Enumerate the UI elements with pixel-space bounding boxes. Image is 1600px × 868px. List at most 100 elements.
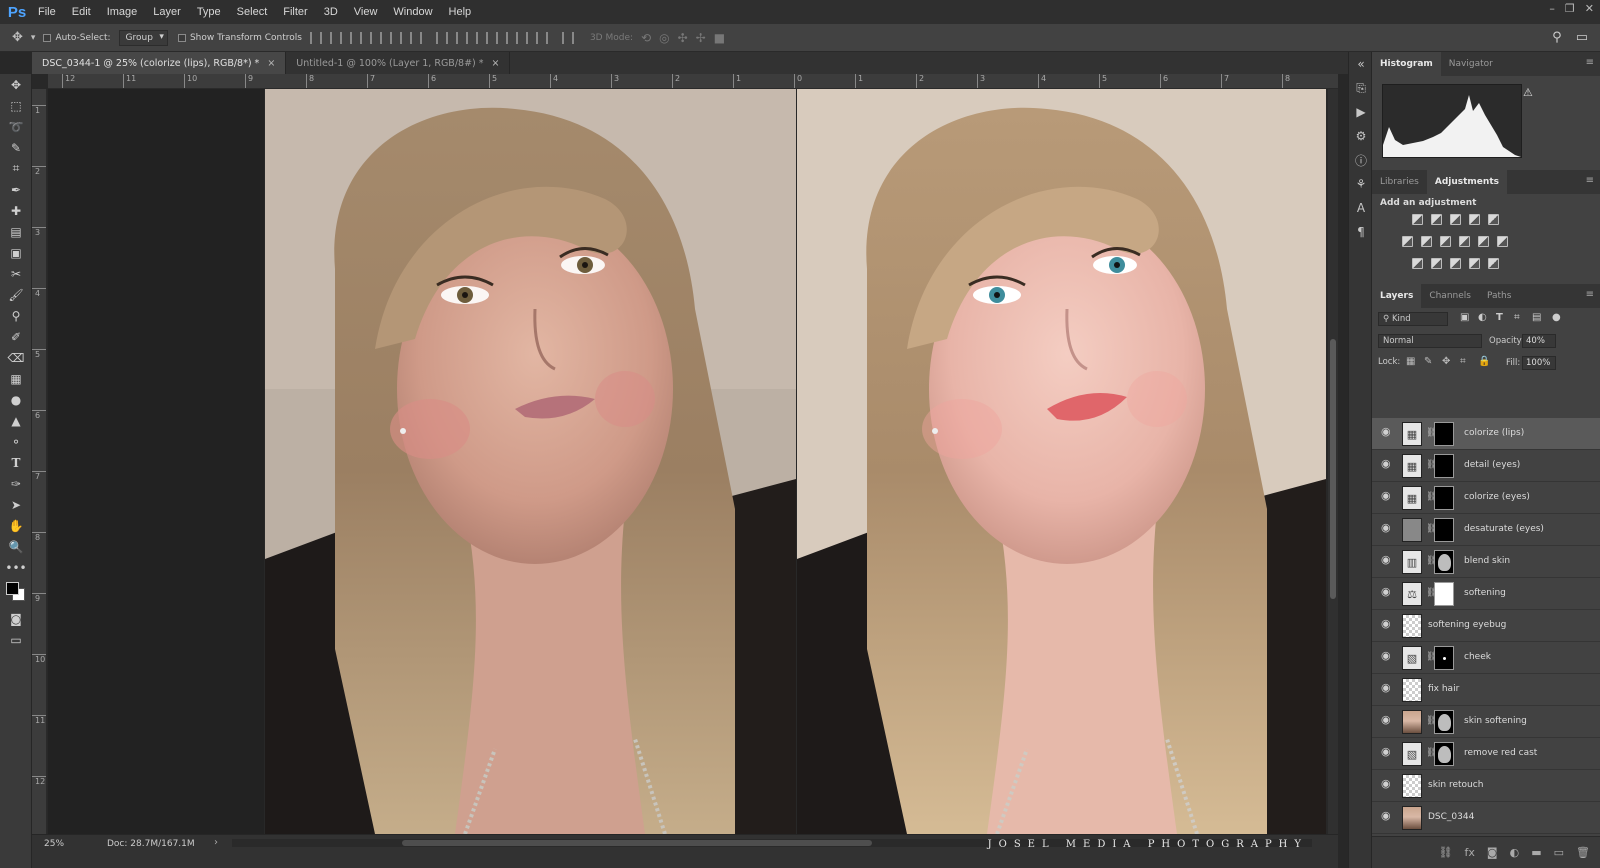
path-select-icon[interactable]: ➤ <box>0 494 32 515</box>
layer-row[interactable]: ◉ ⛓ desaturate (eyes) <box>1372 514 1600 546</box>
shape-filter-icon[interactable]: ⌗ <box>1514 312 1520 323</box>
layer-row[interactable]: ◉ skin retouch <box>1372 770 1600 802</box>
distribute-bottom-icon[interactable] <box>475 31 488 44</box>
brush-tool-icon[interactable]: 🖌 <box>0 284 32 305</box>
warning-icon[interactable]: ⚠ <box>1523 86 1533 99</box>
menu-window[interactable]: Window <box>385 6 440 18</box>
quick-select-tool-icon[interactable]: ✎ <box>0 137 32 158</box>
layer-mask-thumbnail[interactable] <box>1434 454 1454 478</box>
lock-all-icon[interactable]: 🔒 <box>1478 356 1490 367</box>
adjustment-layer-icon[interactable]: ▦ <box>1402 454 1422 478</box>
search-icon[interactable]: ⚲ <box>1552 30 1562 45</box>
blur-tool-icon[interactable]: ● <box>0 389 32 410</box>
threshold-icon[interactable] <box>1450 258 1461 269</box>
layer-row[interactable]: ◉ ▦ ⛓ detail (eyes) <box>1372 450 1600 482</box>
layer-mask-thumbnail[interactable] <box>1434 742 1454 766</box>
layer-mask-thumbnail[interactable] <box>1434 422 1454 446</box>
layer-thumbnail[interactable] <box>1402 774 1422 798</box>
lock-transparent-icon[interactable]: ▦ <box>1406 356 1415 367</box>
layer-thumbnail[interactable] <box>1402 806 1422 830</box>
history-icon[interactable]: ⎘ <box>1349 76 1373 100</box>
align-top-icon[interactable] <box>309 31 322 44</box>
distribute-center-icon[interactable] <box>515 31 528 44</box>
restore-icon[interactable]: ❐ <box>1565 2 1575 15</box>
tab-navigator[interactable]: Navigator <box>1441 52 1501 76</box>
pixel-filter-icon[interactable]: ▣ <box>1460 312 1469 323</box>
align-left-icon[interactable] <box>369 31 382 44</box>
eye-icon[interactable]: ◉ <box>1381 554 1393 566</box>
close-tab-icon[interactable]: × <box>492 58 500 69</box>
transform-controls-checkbox[interactable]: Show Transform Controls <box>177 33 302 43</box>
layer-kind-filter[interactable]: ⚲ Kind <box>1378 312 1448 326</box>
eye-icon[interactable]: ◉ <box>1381 522 1393 534</box>
eye-icon[interactable]: ◉ <box>1381 778 1393 790</box>
layer-mask-thumbnail[interactable] <box>1434 582 1454 606</box>
color-lookup-icon[interactable] <box>1497 236 1508 247</box>
3d-rotate-icon[interactable]: ⟲ <box>641 31 651 45</box>
document-tab[interactable]: Untitled-1 @ 100% (Layer 1, RGB/8#) * × <box>286 52 511 74</box>
layer-thumbnail[interactable] <box>1402 518 1422 542</box>
frame-tool-icon[interactable]: ▣ <box>0 242 32 263</box>
chevron-down-icon[interactable]: ▾ <box>31 33 36 43</box>
distribute-middle-icon[interactable] <box>455 31 468 44</box>
tab-layers[interactable]: Layers <box>1372 284 1422 308</box>
layer-row[interactable]: ◉ ⚖ ⛓ softening <box>1372 578 1600 610</box>
filter-toggle-icon[interactable]: ● <box>1552 312 1561 323</box>
photo-after-retouch[interactable] <box>797 89 1326 834</box>
menu-type[interactable]: Type <box>189 6 229 18</box>
type-filter-icon[interactable]: T <box>1496 312 1503 323</box>
character-icon[interactable]: A <box>1349 196 1373 220</box>
tab-channels[interactable]: Channels <box>1421 284 1479 308</box>
layer-thumbnail[interactable] <box>1402 614 1422 638</box>
3d-scale-icon[interactable]: ■ <box>714 31 725 45</box>
adjustment-layer-icon[interactable]: ▦ <box>1402 486 1422 510</box>
layer-row[interactable]: ◉ ▦ ⛓ colorize (eyes) <box>1372 482 1600 514</box>
black-white-icon[interactable] <box>1440 236 1451 247</box>
quick-mask-icon[interactable]: ◙ <box>0 608 32 629</box>
exposure-icon[interactable] <box>1469 214 1480 225</box>
eye-icon[interactable]: ◉ <box>1381 714 1393 726</box>
crop-tool-icon[interactable]: ⌗ <box>0 158 32 179</box>
actions-play-icon[interactable]: ▶ <box>1349 100 1373 124</box>
info-icon[interactable]: ⓘ <box>1349 148 1373 172</box>
lasso-tool-icon[interactable]: ➰ <box>0 116 32 137</box>
layer-thumbnail[interactable] <box>1402 678 1422 702</box>
layer-row[interactable]: ◉ fix hair <box>1372 674 1600 706</box>
levels-icon[interactable] <box>1431 214 1442 225</box>
eye-icon[interactable]: ◉ <box>1381 426 1393 438</box>
layer-row[interactable]: ◉ softening eyebug <box>1372 610 1600 642</box>
layer-thumbnail[interactable] <box>1402 710 1422 734</box>
lock-artboard-icon[interactable]: ⌗ <box>1460 356 1466 367</box>
lock-position-icon[interactable]: ✥ <box>1442 356 1450 367</box>
layer-row[interactable]: ◉ ▧ ⛓ cheek <box>1372 642 1600 674</box>
tab-paths[interactable]: Paths <box>1479 284 1519 308</box>
paragraph-icon[interactable]: ¶ <box>1349 220 1373 244</box>
blend-mode-select[interactable]: Normal <box>1378 334 1482 348</box>
adjustment-layer-icon[interactable]: ▥ <box>1402 550 1422 574</box>
healing-brush-icon[interactable]: ✚ <box>0 200 32 221</box>
3d-pan-icon[interactable]: ✣ <box>678 31 688 45</box>
panel-menu-icon[interactable]: ≡ <box>1586 175 1594 186</box>
hand-tool-icon[interactable]: ✋ <box>0 515 32 536</box>
menu-image[interactable]: Image <box>99 6 146 18</box>
auto-align-icon[interactable] <box>561 31 574 44</box>
layer-row[interactable]: ◉ ▧ ⛓ remove red cast <box>1372 738 1600 770</box>
eraser-tool-icon[interactable]: ⌫ <box>0 347 32 368</box>
eye-icon[interactable]: ◉ <box>1381 682 1393 694</box>
menu-3d[interactable]: 3D <box>316 6 346 18</box>
color-swatches[interactable] <box>0 578 32 608</box>
smart-object-filter-icon[interactable]: ▤ <box>1532 312 1541 323</box>
trash-icon[interactable]: 🗑 <box>1576 846 1590 859</box>
properties-icon[interactable]: ⚙ <box>1349 124 1373 148</box>
checkbox-box[interactable] <box>43 33 52 42</box>
menu-file[interactable]: File <box>30 6 64 18</box>
canvas-vertical-scrollbar[interactable] <box>1328 89 1338 834</box>
hue-saturation-icon[interactable] <box>1402 236 1413 247</box>
canvas-area[interactable] <box>48 89 1338 834</box>
menu-edit[interactable]: Edit <box>64 6 99 18</box>
new-group-icon[interactable]: ▬ <box>1531 846 1541 859</box>
menu-layer[interactable]: Layer <box>145 6 189 18</box>
layer-row[interactable]: ◉ ▦ ⛓ colorize (lips) <box>1372 418 1600 450</box>
panel-menu-icon[interactable]: ≡ <box>1586 57 1594 68</box>
screen-mode-icon[interactable]: ▭ <box>0 629 32 650</box>
